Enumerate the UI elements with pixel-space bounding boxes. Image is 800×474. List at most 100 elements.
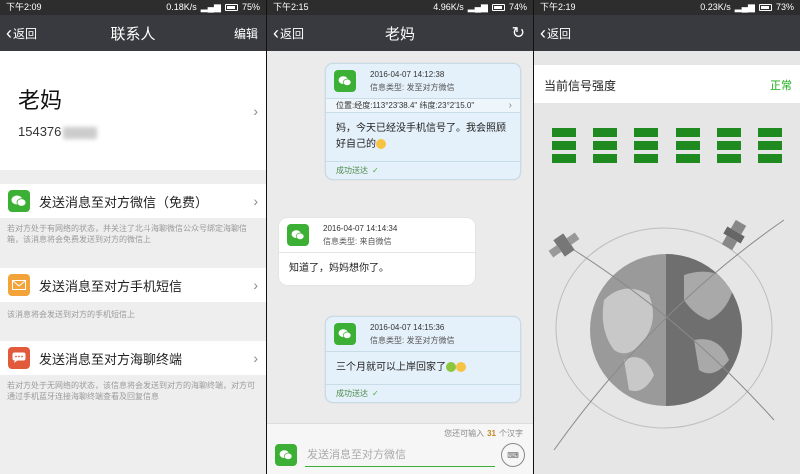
chevron-left-icon: ‹ <box>540 23 546 43</box>
signal-bar <box>676 141 700 150</box>
chevron-right-icon: › <box>253 193 258 209</box>
globe-satellite-illustration <box>548 219 785 451</box>
signal-bar <box>634 154 658 163</box>
back-label: 返回 <box>280 26 305 41</box>
message-text: 妈，今天已经没手机信号了。我会照顾好自己的 <box>336 123 506 150</box>
redacted-digits <box>63 126 98 139</box>
option-note: 该消息将会发送到对方的手机短信上 <box>7 310 135 319</box>
delivery-status: 成功送达 ✓ <box>326 384 520 402</box>
battery-percent: 74% <box>508 2 527 12</box>
signal-bar <box>593 128 617 137</box>
message-date: 2016-04-07 14:15:36 <box>370 323 445 332</box>
page-title: 联系人 <box>110 25 156 43</box>
signal-bar <box>758 128 782 137</box>
chat-screen: 下午2:15 4.96K/s ▂▄▆ 74% ‹ 返回 老妈 ↻ 2016-04-… <box>267 0 533 474</box>
back-button[interactable]: ‹ 返回 <box>6 15 37 51</box>
status-bar: 下午2:09 0.18K/s ▂▄▆ 75% <box>0 0 266 15</box>
message-type: 信息类型: 发至对方微信 <box>370 83 455 92</box>
chevron-right-icon: › <box>508 100 512 111</box>
smile-emoji-icon <box>456 362 466 373</box>
signal-bar <box>634 128 658 137</box>
signal-bar <box>676 128 700 137</box>
wechat-icon <box>287 224 309 246</box>
option-label: 发送消息至对方手机短信 <box>39 278 183 294</box>
edit-button[interactable]: 编辑 <box>234 25 258 42</box>
envelope-icon <box>8 274 30 296</box>
status-time: 下午2:15 <box>273 2 309 12</box>
signal-bars <box>552 128 782 178</box>
smile-emoji-icon <box>376 139 386 150</box>
location-row[interactable]: 位置:经度:113°23'38.4" 纬度:23°2'15.0" › <box>326 98 520 113</box>
battery-percent: 75% <box>241 2 260 12</box>
input-bar: 您还可输入 31 个汉字 发送消息至对方微信 ⌨ <box>267 423 533 474</box>
option-send-sms[interactable]: 发送消息至对方手机短信 › <box>0 268 266 302</box>
satellite-icon <box>548 232 580 258</box>
battery-icon <box>758 4 772 11</box>
chevron-left-icon: ‹ <box>273 23 279 43</box>
battery-icon <box>224 4 238 11</box>
message-date: 2016-04-07 14:14:34 <box>323 224 398 233</box>
signal-bar <box>717 154 741 163</box>
battery-icon <box>491 4 505 11</box>
signal-bar <box>552 128 576 137</box>
signal-bar <box>552 141 576 150</box>
chevron-right-icon: › <box>253 277 258 293</box>
location-text: 位置:经度:113°23'38.4" 纬度:23°2'15.0" <box>336 101 475 110</box>
message-type: 信息类型: 发至对方微信 <box>370 336 455 345</box>
page-title: 老妈 <box>384 25 415 43</box>
wechat-icon <box>334 70 356 92</box>
wechat-icon[interactable] <box>275 444 297 466</box>
remain-count: 31 <box>487 429 496 438</box>
signal-icon: ▂▄▆ <box>200 2 221 12</box>
option-note: 若对方处于无网络的状态，该信息将会发送到对方的海聊终端，对方可通过手机蓝牙连接海… <box>7 381 255 401</box>
wechat-icon <box>334 323 356 345</box>
message-text: 三个月就可以上岸回家了 <box>326 351 520 384</box>
signal-screen: 下午2:19 0.23K/s ▂▄▆ 73% ‹ 返回 当前信号强度 正常 <box>534 0 800 474</box>
signal-bar <box>717 141 741 150</box>
option-send-wechat[interactable]: 发送消息至对方微信（免费） › <box>0 184 266 218</box>
char-remaining: 您还可输入 31 个汉字 <box>444 429 523 438</box>
signal-label: 当前信号强度 <box>544 79 617 93</box>
option-send-terminal[interactable]: 发送消息至对方海聊终端 › <box>0 341 266 375</box>
contact-card[interactable]: 老妈 154376 › <box>0 51 266 170</box>
contact-name: 老妈 <box>18 88 63 113</box>
satellite-icon <box>721 219 747 251</box>
network-speed: 4.96K/s <box>433 2 464 12</box>
signal-bar <box>634 141 658 150</box>
keyboard-icon[interactable]: ⌨ <box>501 443 525 467</box>
chat-bubble-icon <box>8 347 30 369</box>
back-label: 返回 <box>13 26 38 41</box>
refresh-icon[interactable]: ↻ <box>512 23 525 43</box>
signal-icon: ▂▄▆ <box>734 2 755 12</box>
contact-number-text: 154376 <box>18 124 62 139</box>
signal-strength-row: 当前信号强度 正常 <box>534 65 800 103</box>
message-date: 2016-04-07 14:12:38 <box>370 70 445 79</box>
chevron-right-icon: › <box>253 350 258 366</box>
check-icon: ✓ <box>372 166 379 175</box>
network-speed: 0.18K/s <box>166 2 197 12</box>
message-input[interactable]: 发送消息至对方微信 <box>305 443 495 467</box>
chevron-right-icon: › <box>253 103 258 119</box>
option-label: 发送消息至对方海聊终端 <box>39 351 183 367</box>
back-button[interactable]: ‹ 返回 <box>273 15 304 51</box>
signal-bar <box>717 128 741 137</box>
signal-icon: ▂▄▆ <box>467 2 488 12</box>
message-bubble-sent: 2016-04-07 14:15:36 信息类型: 发至对方微信 三个月就可以上… <box>325 316 521 403</box>
title-bar: ‹ 返回 联系人 编辑 <box>0 15 266 51</box>
delivery-status: 成功送达 ✓ <box>326 161 520 179</box>
contact-number: 154376 <box>18 124 98 139</box>
status-bar: 下午2:19 0.23K/s ▂▄▆ 73% <box>534 0 800 15</box>
message-bubble-sent: 2016-04-07 14:12:38 信息类型: 发至对方微信 位置:经度:1… <box>325 63 521 180</box>
status-time: 下午2:09 <box>6 2 42 12</box>
back-button[interactable]: ‹ 返回 <box>540 15 571 51</box>
signal-status: 正常 <box>770 80 792 92</box>
signal-bar <box>758 141 782 150</box>
check-icon: ✓ <box>372 389 379 398</box>
battery-percent: 73% <box>775 2 794 12</box>
laugh-emoji-icon <box>446 362 456 373</box>
option-label: 发送消息至对方微信（免费） <box>39 194 209 210</box>
wechat-icon <box>8 190 30 212</box>
status-time: 下午2:19 <box>540 2 576 12</box>
signal-bar <box>758 154 782 163</box>
signal-bar <box>593 141 617 150</box>
